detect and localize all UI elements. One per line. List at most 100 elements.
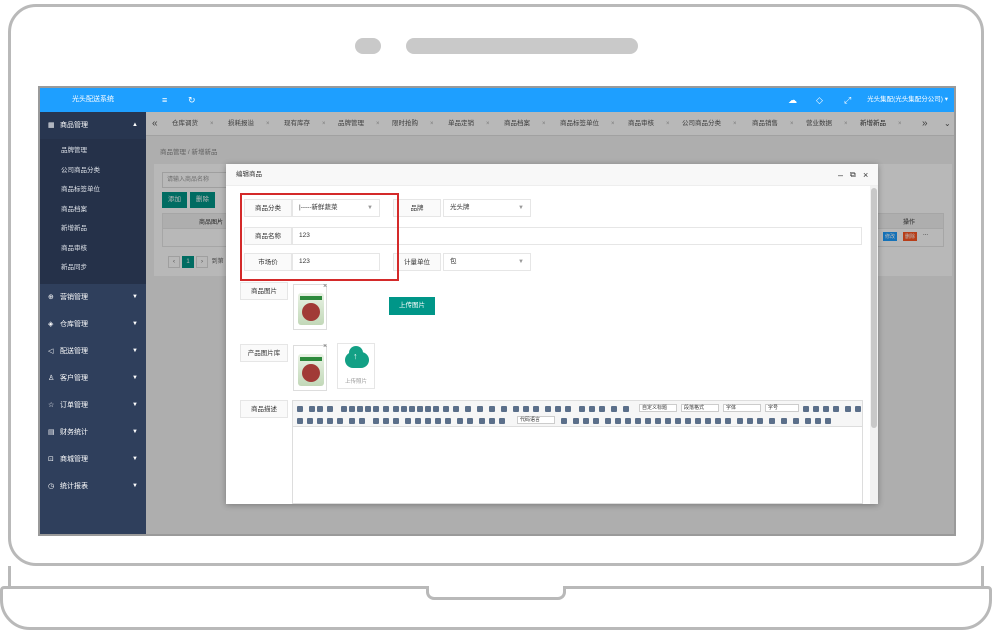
theme-icon[interactable]: ☁ xyxy=(788,94,797,106)
editor-tool-icon[interactable] xyxy=(825,418,831,424)
sidebar-item-tag-unit[interactable]: 商品标签单位 xyxy=(40,180,146,200)
editor-tool-icon[interactable] xyxy=(393,418,399,424)
menu-toggle-icon[interactable]: ≡ xyxy=(162,94,167,106)
editor-tool-icon[interactable] xyxy=(309,406,315,412)
editor-tool-icon[interactable] xyxy=(477,406,483,412)
editor-tool-icon[interactable] xyxy=(533,406,539,412)
editor-tool-icon[interactable] xyxy=(453,406,459,412)
editor-tool-icon[interactable] xyxy=(341,406,347,412)
upload-image-button[interactable]: 上传图片 xyxy=(389,297,435,315)
product-image[interactable] xyxy=(293,284,327,330)
sidebar-item-category[interactable]: 公司商品分类 xyxy=(40,161,146,181)
scrollbar-thumb[interactable] xyxy=(871,188,877,428)
font-size-select[interactable]: 字号 xyxy=(765,404,799,412)
editor-tool-icon[interactable] xyxy=(803,406,809,412)
sidebar-group-warehouse[interactable]: ◈ 仓库管理 ▼ xyxy=(40,311,146,338)
sidebar-group-mall[interactable]: ⊡ 商城管理 ▼ xyxy=(40,446,146,473)
editor-tool-icon[interactable] xyxy=(561,418,567,424)
editor-tool-icon[interactable] xyxy=(307,418,313,424)
editor-tool-icon[interactable] xyxy=(845,406,851,412)
editor-tool-icon[interactable] xyxy=(383,406,389,412)
editor-tool-icon[interactable] xyxy=(725,418,731,424)
editor-tool-icon[interactable] xyxy=(695,418,701,424)
editor-tool-icon[interactable] xyxy=(415,418,421,424)
editor-tool-icon[interactable] xyxy=(317,406,323,412)
sidebar-item-review[interactable]: 商品审核 xyxy=(40,239,146,259)
editor-tool-icon[interactable] xyxy=(623,406,629,412)
editor-tool-icon[interactable] xyxy=(665,418,671,424)
editor-tool-icon[interactable] xyxy=(611,406,617,412)
editor-tool-icon[interactable] xyxy=(805,418,811,424)
editor-tool-icon[interactable] xyxy=(327,406,333,412)
editor-tool-icon[interactable] xyxy=(467,418,473,424)
editor-tool-icon[interactable] xyxy=(573,418,579,424)
fullscreen-icon[interactable]: ⤢ xyxy=(844,94,851,106)
editor-tool-icon[interactable] xyxy=(393,406,399,412)
editor-tool-icon[interactable] xyxy=(435,418,441,424)
editor-tool-icon[interactable] xyxy=(635,418,641,424)
editor-tool-icon[interactable] xyxy=(297,418,303,424)
rich-text-editor[interactable]: 自定义标题 段落格式 字体 字号 代码语言 xyxy=(292,400,863,504)
editor-tool-icon[interactable] xyxy=(465,406,471,412)
editor-tool-icon[interactable] xyxy=(489,418,495,424)
editor-tool-icon[interactable] xyxy=(405,418,411,424)
editor-tool-icon[interactable] xyxy=(781,418,787,424)
editor-tool-icon[interactable] xyxy=(615,418,621,424)
editor-tool-icon[interactable] xyxy=(443,406,449,412)
sidebar-group-marketing[interactable]: ⊕ 营销管理 ▼ xyxy=(40,284,146,311)
minimize-icon[interactable]: – xyxy=(838,164,843,186)
editor-tool-icon[interactable] xyxy=(433,406,439,412)
editor-tool-icon[interactable] xyxy=(457,418,463,424)
editor-tool-icon[interactable] xyxy=(833,406,839,412)
code-language-select[interactable]: 代码语言 xyxy=(517,416,555,424)
editor-tool-icon[interactable] xyxy=(599,406,605,412)
editor-tool-icon[interactable] xyxy=(373,406,379,412)
remove-image-icon[interactable]: × xyxy=(323,283,327,290)
editor-tool-icon[interactable] xyxy=(823,406,829,412)
editor-tool-icon[interactable] xyxy=(655,418,661,424)
editor-tool-icon[interactable] xyxy=(359,418,365,424)
editor-tool-icon[interactable] xyxy=(383,418,389,424)
editor-tool-icon[interactable] xyxy=(579,406,585,412)
unit-select[interactable]: 包 ▼ xyxy=(443,253,531,271)
editor-tool-icon[interactable] xyxy=(401,406,407,412)
editor-tool-icon[interactable] xyxy=(297,406,303,412)
sidebar-item-archive[interactable]: 商品档案 xyxy=(40,200,146,220)
editor-tool-icon[interactable] xyxy=(417,406,423,412)
editor-tool-icon[interactable] xyxy=(479,418,485,424)
editor-tool-icon[interactable] xyxy=(523,406,529,412)
editor-tool-icon[interactable] xyxy=(685,418,691,424)
brand-select[interactable]: 光头牌 ▼ xyxy=(443,199,531,217)
editor-tool-icon[interactable] xyxy=(625,418,631,424)
sidebar-item-new-product[interactable]: 新增新品 xyxy=(40,219,146,239)
editor-tool-icon[interactable] xyxy=(675,418,681,424)
close-icon[interactable]: × xyxy=(863,164,868,186)
editor-tool-icon[interactable] xyxy=(317,418,323,424)
gallery-image[interactable] xyxy=(293,345,327,391)
sidebar-group-products[interactable]: ▦ 商品管理 ▲ xyxy=(40,112,146,139)
editor-tool-icon[interactable] xyxy=(757,418,763,424)
font-family-select[interactable]: 字体 xyxy=(723,404,761,412)
editor-tool-icon[interactable] xyxy=(705,418,711,424)
editor-tool-icon[interactable] xyxy=(489,406,495,412)
editor-tool-icon[interactable] xyxy=(769,418,775,424)
editor-tool-icon[interactable] xyxy=(349,418,355,424)
sidebar-group-finance[interactable]: ▤ 财务统计 ▼ xyxy=(40,419,146,446)
editor-tool-icon[interactable] xyxy=(337,418,343,424)
editor-tool-icon[interactable] xyxy=(499,418,505,424)
editor-tool-icon[interactable] xyxy=(565,406,571,412)
editor-tool-icon[interactable] xyxy=(747,418,753,424)
tag-icon[interactable]: ◇ xyxy=(816,94,823,106)
maximize-icon[interactable]: ⧉ xyxy=(850,164,856,186)
editor-tool-icon[interactable] xyxy=(815,418,821,424)
editor-tool-icon[interactable] xyxy=(813,406,819,412)
editor-tool-icon[interactable] xyxy=(605,418,611,424)
upload-photo-tile[interactable]: ↑ 上传照片 xyxy=(337,343,375,389)
remove-gallery-image-icon[interactable]: × xyxy=(323,343,327,350)
paragraph-format-select[interactable]: 段落格式 xyxy=(681,404,719,412)
editor-tool-icon[interactable] xyxy=(855,406,861,412)
editor-tool-icon[interactable] xyxy=(513,406,519,412)
sidebar-group-reports[interactable]: ◷ 统计报表 ▼ xyxy=(40,473,146,500)
editor-tool-icon[interactable] xyxy=(715,418,721,424)
editor-tool-icon[interactable] xyxy=(445,418,451,424)
